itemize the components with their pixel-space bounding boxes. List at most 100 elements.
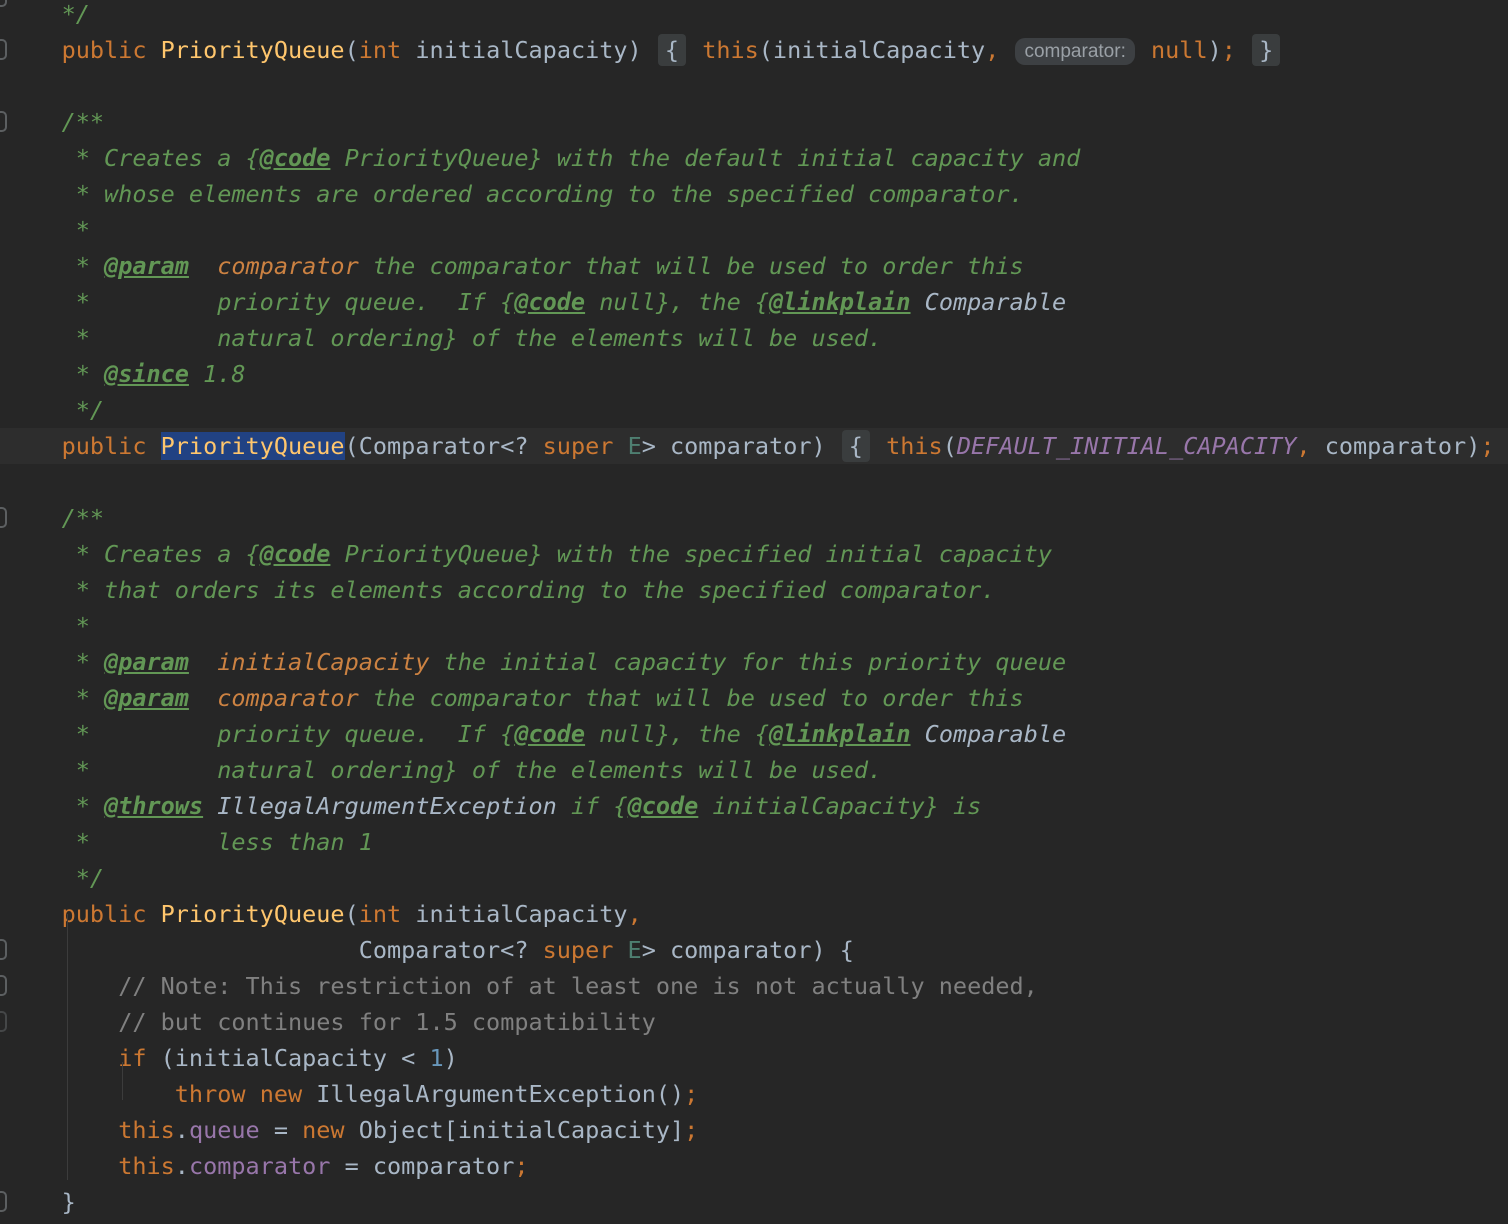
code-token: ; [684, 1116, 699, 1144]
code-token: public [61, 36, 147, 64]
code-line-15[interactable]: /** [0, 500, 1508, 536]
code-editor-surface[interactable]: */ public PriorityQueue(int initialCapac… [0, 0, 1508, 1220]
code-token: /** [5, 108, 105, 136]
code-line-20[interactable]: * @param comparator the comparator that … [0, 680, 1508, 716]
code-token: PriorityQueue [160, 900, 345, 928]
code-token: @since [104, 360, 189, 388]
code-line-31[interactable]: throw new IllegalArgumentException(); [0, 1076, 1508, 1112]
code-line-21[interactable]: * priority queue. If {@code null}, the {… [0, 716, 1508, 752]
code-line-9[interactable]: * priority queue. If {@code null}, the {… [0, 284, 1508, 320]
code-token: @code [259, 144, 331, 172]
fold-marker-icon[interactable] [0, 111, 7, 132]
code-token: ) [1207, 36, 1222, 64]
code-line-3[interactable] [0, 68, 1508, 104]
fold-marker-icon[interactable] [0, 1191, 7, 1212]
code-token: * priority queue. If { [5, 288, 515, 316]
fold-brace-chip[interactable]: } [1252, 34, 1281, 66]
code-token: initialCapacity [401, 900, 628, 928]
code-token: */ [5, 0, 90, 28]
code-line-19[interactable]: * @param initialCapacity the initial cap… [0, 644, 1508, 680]
code-token: * [5, 216, 90, 244]
fold-marker-icon[interactable] [0, 975, 7, 996]
code-line-12[interactable]: */ [0, 392, 1508, 428]
code-line-13[interactable]: public PriorityQueue(Comparator<? super … [0, 428, 1508, 464]
code-line-8[interactable]: * @param comparator the comparator that … [0, 248, 1508, 284]
code-token: the comparator that will be used to orde… [358, 684, 1024, 712]
code-line-18[interactable]: * [0, 608, 1508, 644]
code-token: ( [344, 900, 359, 928]
code-token: // but continues for 1.5 compatibility [118, 1008, 656, 1036]
code-line-27[interactable]: Comparator<? super E> comparator) { [0, 932, 1508, 968]
code-token: // Note: This restriction of at least on… [118, 972, 1038, 1000]
code-token: ( [942, 432, 957, 460]
code-token: PriorityQueue} with the default initial … [330, 144, 1081, 172]
indent-guide [122, 1062, 123, 1100]
code-line-34[interactable]: } [0, 1184, 1508, 1220]
code-line-7[interactable]: * [0, 212, 1508, 248]
code-line-28[interactable]: // Note: This restriction of at least on… [0, 968, 1508, 1004]
code-line-26[interactable]: public PriorityQueue(int initialCapacity… [0, 896, 1508, 932]
code-line-2[interactable]: public PriorityQueue(int initialCapacity… [0, 32, 1508, 68]
code-line-17[interactable]: * that orders its elements according to … [0, 572, 1508, 608]
fold-marker-icon[interactable] [0, 39, 7, 60]
code-token: comparator) [1310, 432, 1481, 460]
code-token: null}, the { [585, 288, 770, 316]
code-line-32[interactable]: this.queue = new Object[initialCapacity]… [0, 1112, 1508, 1148]
fold-marker-icon[interactable] [0, 1011, 7, 1032]
code-token: = comparator [330, 1152, 515, 1180]
code-line-14[interactable] [0, 464, 1508, 500]
fold-brace-chip[interactable]: { [657, 34, 687, 66]
code-line-25[interactable]: */ [0, 860, 1508, 896]
code-line-22[interactable]: * natural ordering} of the elements will… [0, 752, 1508, 788]
code-line-11[interactable]: * @since 1.8 [0, 356, 1508, 392]
code-token: initialCapacity) [401, 36, 642, 64]
code-line-30[interactable]: if (initialCapacity < 1) [0, 1040, 1508, 1076]
code-token: the comparator that will be used to orde… [358, 252, 1024, 280]
parameter-name-hint: comparator: [1015, 38, 1135, 65]
code-token: @code [259, 540, 331, 568]
code-token: * [5, 648, 105, 676]
code-token: . [174, 1116, 189, 1144]
fold-marker-icon[interactable] [0, 507, 7, 528]
code-token: Comparable [924, 720, 1067, 748]
code-token: if { [556, 792, 628, 820]
code-line-23[interactable]: * @throws IllegalArgumentException if {@… [0, 788, 1508, 824]
code-token: initialCapacity [217, 648, 430, 676]
code-token: Comparable [924, 288, 1067, 316]
code-line-24[interactable]: * less than 1 [0, 824, 1508, 860]
code-line-1[interactable]: */ [0, 0, 1508, 32]
fold-brace-chip[interactable]: { [841, 430, 870, 462]
code-line-33[interactable]: this.comparator = comparator; [0, 1148, 1508, 1184]
code-token: comparator [217, 252, 359, 280]
code-token: * Creates a { [5, 540, 260, 568]
code-token: ; [514, 1152, 529, 1180]
code-token: the initial capacity for this priority q… [429, 648, 1067, 676]
code-line-4[interactable]: /** [0, 104, 1508, 140]
code-token: , [627, 900, 642, 928]
code-token: E [627, 936, 642, 964]
code-token: IllegalArgumentException() [302, 1080, 685, 1108]
code-token: throw [174, 1080, 246, 1108]
code-token: PriorityQueue [160, 36, 345, 64]
code-token: null [1151, 36, 1208, 64]
code-token: * whose elements are ordered according t… [5, 180, 1024, 208]
code-line-29[interactable]: // but continues for 1.5 compatibility [0, 1004, 1508, 1040]
code-line-16[interactable]: * Creates a {@code PriorityQueue} with t… [0, 536, 1508, 572]
code-token: @code [514, 720, 586, 748]
code-line-6[interactable]: * whose elements are ordered according t… [0, 176, 1508, 212]
fold-marker-icon[interactable] [0, 939, 7, 960]
code-line-10[interactable]: * natural ordering} of the elements will… [0, 320, 1508, 356]
code-line-5[interactable]: * Creates a {@code PriorityQueue} with t… [0, 140, 1508, 176]
